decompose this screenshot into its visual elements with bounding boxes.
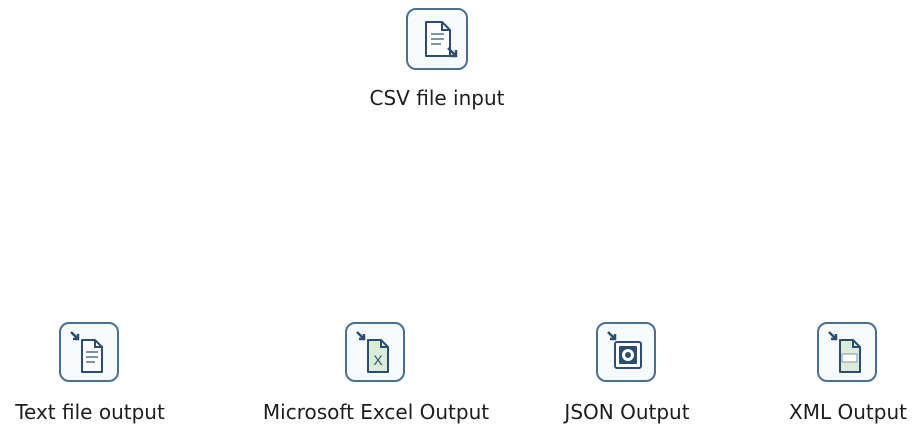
step-label: JSON Output — [564, 400, 690, 424]
step-json-output[interactable]: JSON Output — [507, 322, 747, 424]
xml-output-icon[interactable] — [817, 322, 877, 382]
step-text-file-output[interactable]: Text file output — [0, 322, 210, 424]
transformation-canvas[interactable]: CSV file input Text file output X Micros… — [0, 0, 916, 435]
step-label: Text file output — [15, 400, 165, 424]
step-csv-file-input[interactable]: CSV file input — [317, 8, 557, 110]
step-microsoft-excel-output[interactable]: X Microsoft Excel Output — [256, 322, 496, 424]
step-label: CSV file input — [369, 86, 505, 110]
step-label: Microsoft Excel Output — [262, 400, 490, 424]
excel-output-icon[interactable]: X — [345, 322, 405, 382]
svg-text:X: X — [373, 352, 383, 368]
csv-input-icon[interactable] — [406, 8, 468, 70]
text-output-icon[interactable] — [59, 322, 119, 382]
json-output-icon[interactable] — [596, 322, 656, 382]
step-xml-output[interactable]: XML Output — [728, 322, 916, 424]
step-label: XML Output — [789, 400, 907, 424]
